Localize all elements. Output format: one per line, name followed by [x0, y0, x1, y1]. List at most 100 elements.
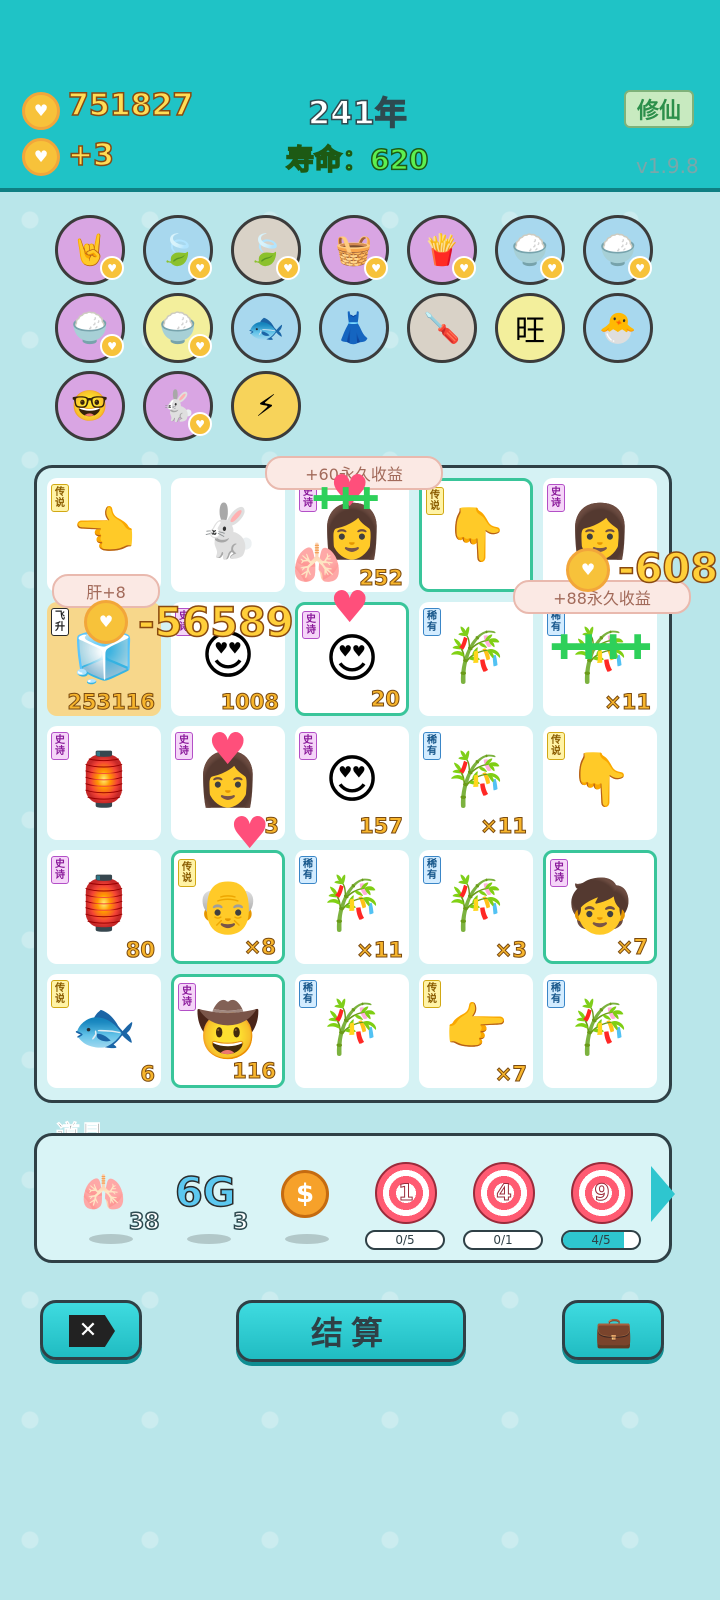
- pointing-hand-icon: 👇: [567, 750, 633, 810]
- top-bar: ♥ 751827 ♥ +3 241年 寿命：620 修仙 v1.9.8: [0, 0, 720, 192]
- cowboy-face-icon: 🤠: [195, 1001, 261, 1061]
- target-item-icon[interactable]: 9: [571, 1162, 633, 1224]
- target-progress-bar: 0/5: [365, 1230, 445, 1250]
- next-arrow-icon[interactable]: [651, 1166, 675, 1222]
- bamboo-icon: 🎋: [567, 998, 633, 1058]
- rice-bowl-icon[interactable]: 🍚 ♥: [495, 215, 565, 285]
- item-glyph: 🤓: [71, 388, 109, 424]
- koi-fish-icon: 🐟: [71, 998, 137, 1058]
- cultivate-button[interactable]: 修仙: [624, 90, 694, 128]
- year-counter: 241年: [307, 93, 407, 133]
- coin-count: 751827: [67, 87, 194, 124]
- cell-count: ×11: [604, 690, 652, 715]
- bamboo-icon: 🎋: [319, 874, 385, 934]
- board-cell[interactable]: 传说 👇: [543, 726, 657, 840]
- item-glyph: 🐟: [247, 310, 285, 346]
- rock-hand-icon[interactable]: 🤘 ♥: [55, 215, 125, 285]
- cell-count: ×3: [494, 938, 527, 963]
- lifespan-label: 寿命：: [285, 142, 371, 177]
- rice-bowl-icon[interactable]: 🍚 ♥: [55, 293, 125, 363]
- rice-bowl-icon[interactable]: 🍚 ♥: [143, 293, 213, 363]
- heart-icon: ♥: [330, 582, 370, 633]
- rabbit-lantern-icon: 🏮: [71, 750, 137, 810]
- cell-count: 20: [370, 687, 400, 712]
- board-cell[interactable]: 史诗 🧒 ×7: [543, 850, 657, 964]
- board-cell[interactable]: 史诗 🤠 116: [171, 974, 285, 1088]
- leaf-icon[interactable]: 🍃 ♥: [143, 215, 213, 285]
- board-cell[interactable]: 稀有 🎋: [419, 602, 533, 716]
- target-item-icon[interactable]: 1: [375, 1162, 437, 1224]
- fruit-basket-icon[interactable]: 🧺 ♥: [319, 215, 389, 285]
- liver-item-icon[interactable]: 🫁: [81, 1172, 126, 1214]
- board-cell[interactable]: 稀有 🎋 ×11: [419, 726, 533, 840]
- coin-badge-icon: ♥: [540, 256, 564, 280]
- board-cell[interactable]: 史诗 😍 157: [295, 726, 409, 840]
- bag-button[interactable]: 💼: [562, 1300, 664, 1360]
- board-cell[interactable]: 史诗 🏮 80: [47, 850, 161, 964]
- close-icon: ✕: [69, 1315, 115, 1347]
- heart-eyes-face-icon: 😍: [324, 629, 380, 689]
- boy-face-icon: 🧒: [567, 877, 633, 937]
- sixg-item-label[interactable]: 6G: [174, 1169, 236, 1217]
- briefcase-icon: 💼: [595, 1315, 633, 1350]
- target-item-icon[interactable]: 4: [473, 1162, 535, 1224]
- board-cell[interactable]: 稀有 🎋: [543, 974, 657, 1088]
- coin-loss-right: -608: [617, 545, 719, 593]
- coin-badge-icon: ♥: [100, 334, 124, 358]
- board-cell[interactable]: 传说 👴 ×8: [171, 850, 285, 964]
- board-cell[interactable]: 稀有 🎋 ×11: [295, 850, 409, 964]
- grandpa-face-icon: 👴: [195, 877, 261, 937]
- leaf-icon[interactable]: 🍃 ♥: [231, 215, 301, 285]
- board-cell[interactable]: 🐇: [171, 478, 285, 592]
- coin-badge-icon: ♥: [188, 256, 212, 280]
- rabbit-icon: 🐇: [195, 502, 261, 562]
- board-cell[interactable]: 传说 👇: [419, 478, 533, 592]
- coin-badge-icon: ♥: [364, 256, 388, 280]
- coin-badge-icon: ♥: [452, 256, 476, 280]
- cell-count: ×11: [356, 938, 404, 963]
- pointing-hand-icon: 👉: [443, 998, 509, 1058]
- board-cell[interactable]: 传说 🐟 6: [47, 974, 161, 1088]
- item-glyph: 🐣: [599, 310, 637, 346]
- coin-badge-icon: ♥: [100, 256, 124, 280]
- coin-badge-icon: ♥: [276, 256, 300, 280]
- coin-loss-left: -56589: [137, 599, 294, 647]
- item-shadow: [89, 1234, 133, 1244]
- chick-egg-icon[interactable]: 🐣: [583, 293, 653, 363]
- version-label: v1.9.8: [636, 154, 699, 178]
- math-student-icon[interactable]: 🤓: [55, 371, 125, 441]
- bamboo-icon: 🎋: [443, 626, 509, 686]
- board-cell[interactable]: 传说 👉 ×7: [419, 974, 533, 1088]
- settle-button[interactable]: 结算: [236, 1300, 466, 1362]
- rice-bowl-icon[interactable]: 🍚 ♥: [583, 215, 653, 285]
- dollar-coin-icon[interactable]: $: [281, 1170, 329, 1218]
- coin-badge-icon: ♥: [188, 412, 212, 436]
- cell-count: 6: [140, 1062, 156, 1087]
- rabbit-lantern-icon: 🏮: [71, 874, 137, 934]
- progress-label: 4/5: [591, 1233, 611, 1247]
- board-cell[interactable]: 稀有 🎋 ×3: [419, 850, 533, 964]
- cell-count: 1008: [220, 690, 279, 715]
- board-cell[interactable]: 史诗 🏮: [47, 726, 161, 840]
- pointing-hand-icon: 👇: [443, 505, 509, 565]
- item-shadow: [285, 1234, 329, 1244]
- old-man-face-icon: 😍: [324, 750, 380, 810]
- fish-tank-icon[interactable]: 🐟: [231, 293, 301, 363]
- lifespan: 寿命：620: [285, 138, 429, 178]
- skirt-icon[interactable]: 👗: [319, 293, 389, 363]
- lightning-icon[interactable]: ⚡: [231, 371, 301, 441]
- income-rate: +3: [67, 137, 115, 174]
- close-button[interactable]: ✕: [40, 1300, 142, 1360]
- cell-count: 157: [359, 814, 404, 839]
- wang-text-icon[interactable]: 旺: [495, 293, 565, 363]
- fries-icon[interactable]: 🍟 ♥: [407, 215, 477, 285]
- cell-count: ×7: [615, 935, 648, 960]
- cell-count: ×8: [243, 935, 276, 960]
- board-cell[interactable]: 稀有 🎋: [295, 974, 409, 1088]
- bamboo-icon: 🎋: [443, 874, 509, 934]
- target-progress-bar: 0/1: [463, 1230, 543, 1250]
- screwdriver-icon[interactable]: 🪛: [407, 293, 477, 363]
- coin-badge-icon: ♥: [628, 256, 652, 280]
- item-glyph: 👗: [335, 310, 373, 346]
- rabbit-icon[interactable]: 🐇 ♥: [143, 371, 213, 441]
